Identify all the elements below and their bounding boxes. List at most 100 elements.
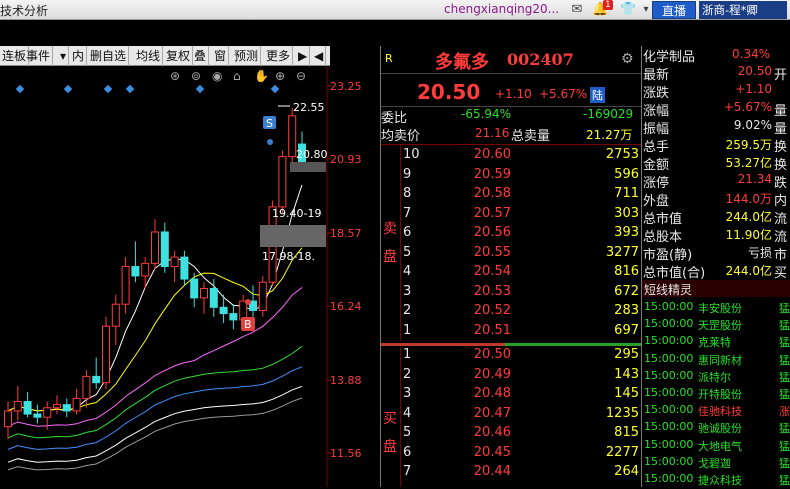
candle-body bbox=[53, 404, 61, 409]
order-row[interactable]: 7 20.57 303 bbox=[381, 206, 641, 224]
order-row[interactable]: 1 20.51 697 bbox=[381, 323, 641, 341]
order-row[interactable]: 5 20.55 3277 bbox=[381, 245, 641, 263]
stat-value: 11.90亿 bbox=[725, 228, 772, 242]
wizard-item[interactable]: 15:00:00 天罡股份 猛 bbox=[642, 317, 790, 334]
candle-body bbox=[160, 231, 169, 268]
toolbar-item-10[interactable]: 更多 bbox=[264, 46, 294, 66]
toolbar-item-9[interactable]: 预测 bbox=[232, 46, 262, 66]
shirt-icon[interactable]: 👕 bbox=[620, 2, 636, 17]
stat-tail: 买 bbox=[774, 266, 788, 281]
ma-line bbox=[7, 184, 303, 412]
toolbar-item-1[interactable]: 事件 bbox=[24, 46, 54, 66]
order-row[interactable]: 1 20.50 295 bbox=[381, 347, 641, 365]
event-time: 15:00:00 bbox=[644, 403, 694, 417]
toolbar-item-2[interactable]: ▾ bbox=[58, 46, 70, 66]
order-row[interactable]: 2 20.52 283 bbox=[381, 303, 641, 321]
order-row[interactable]: 4 20.47 1235 bbox=[381, 406, 641, 424]
wizard-header: 短线精灵 bbox=[642, 280, 790, 297]
price-box-label: 20.80 bbox=[296, 148, 328, 161]
kline-svg[interactable]: 23.25 20.93 18.57 16.24 13.88 11.56 ⊛ ⊚ ◉ ⌂ ✋ ⊕ ⊖ 22.… bbox=[0, 66, 378, 487]
candle-body bbox=[62, 404, 71, 412]
candle-body bbox=[229, 313, 238, 321]
order-level: 5 bbox=[403, 244, 412, 260]
wizard-item[interactable]: 15:00:00 克莱特 猛 bbox=[642, 334, 790, 351]
wizard-title: 短线精灵 bbox=[644, 283, 693, 297]
candle-body bbox=[102, 325, 110, 384]
mail-icon[interactable]: ✉ bbox=[569, 2, 585, 17]
order-row[interactable]: 3 20.48 145 bbox=[381, 386, 641, 404]
title-bar: 技术分析 chengxianqing20... ✉ 🔔 1 👕 ▾ 直播 浙商-… bbox=[0, 0, 790, 20]
toolbar-item-8[interactable]: 窗 bbox=[212, 46, 230, 66]
toolbar-item-7[interactable]: 叠 bbox=[192, 46, 210, 66]
wizard-item[interactable]: 15:00:00 派特尔 猛 bbox=[642, 369, 790, 386]
candle-body bbox=[258, 281, 267, 311]
event-stock: 克莱特 bbox=[698, 336, 731, 350]
event-stock: 惠同新材 bbox=[698, 353, 742, 367]
order-price: 20.59 bbox=[473, 166, 511, 182]
candle-body bbox=[4, 410, 12, 428]
event-tag: 猛 bbox=[779, 422, 790, 436]
order-row[interactable]: 8 20.58 711 bbox=[381, 186, 641, 204]
gear-icon[interactable]: ⚙ bbox=[621, 51, 634, 67]
order-row[interactable]: 4 20.54 816 bbox=[381, 264, 641, 282]
toolbar-item-3[interactable]: 内 bbox=[70, 46, 88, 66]
y-tick-label: 23.25 bbox=[330, 80, 362, 93]
event-stock: 驰诚股份 bbox=[698, 422, 742, 436]
order-row[interactable]: 2 20.49 143 bbox=[381, 367, 641, 385]
sector-name[interactable]: 化学制品 bbox=[643, 46, 695, 65]
wizard-item[interactable]: 15:00:00 戈碧迦 猛 bbox=[642, 455, 790, 472]
order-price: 20.51 bbox=[473, 322, 511, 338]
toolbar-item-6[interactable]: 复权 bbox=[164, 46, 194, 66]
candle-body bbox=[209, 287, 218, 308]
event-time: 15:00:00 bbox=[644, 351, 694, 365]
wizard-item[interactable]: 15:00:00 惠同新材 猛 bbox=[642, 352, 790, 369]
stat-tail: 量 bbox=[774, 104, 788, 119]
candle-body bbox=[170, 256, 179, 268]
event-tag: 猛 bbox=[779, 474, 790, 487]
order-level: 6 bbox=[403, 225, 412, 240]
order-row[interactable]: 3 20.53 672 bbox=[381, 284, 641, 302]
event-stock: 天罡股份 bbox=[698, 319, 742, 333]
y-tick-label: 16.24 bbox=[330, 300, 362, 313]
order-row[interactable]: 7 20.44 264 bbox=[381, 464, 641, 482]
username[interactable]: chengxianqing20... bbox=[444, 2, 559, 16]
toolbar-item-5[interactable]: 均线 bbox=[134, 46, 164, 66]
toolbar-item-4[interactable]: 删自选 bbox=[88, 46, 130, 66]
order-row[interactable]: 5 20.46 815 bbox=[381, 425, 641, 443]
wizard-item[interactable]: 15:00:00 丰安股份 猛 bbox=[642, 300, 790, 317]
order-level: 1 bbox=[403, 322, 412, 338]
event-time: 15:00:00 bbox=[644, 386, 694, 399]
kline-chart[interactable]: 23.25 20.93 18.57 16.24 13.88 11.56 ⊛ ⊚ ◉ ⌂ ✋ ⊕ ⊖ 22.… bbox=[0, 66, 378, 487]
stat-tail: 换 bbox=[774, 140, 788, 155]
order-volume: 596 bbox=[614, 166, 639, 182]
high-label: 22.55 bbox=[293, 101, 325, 114]
flag-label: R bbox=[385, 52, 393, 65]
order-row[interactable]: 10 20.60 2753 bbox=[381, 147, 641, 165]
event-tag: 猛 bbox=[779, 439, 790, 453]
order-volume: 2753 bbox=[605, 147, 639, 162]
wizard-item[interactable]: 15:00:00 捷众科技 猛 bbox=[642, 472, 790, 489]
toolbar-item-11[interactable]: ▶ bbox=[296, 46, 311, 66]
price-box bbox=[290, 162, 326, 172]
wizard-item[interactable]: 15:00:00 佳驰科技 涨 bbox=[642, 403, 790, 420]
order-level: 6 bbox=[403, 444, 412, 460]
order-price: 20.55 bbox=[473, 244, 511, 260]
event-marker-icon bbox=[195, 84, 205, 94]
account-selector[interactable]: 浙商-程*卿 bbox=[699, 1, 787, 19]
live-button[interactable]: 直播 bbox=[652, 1, 696, 19]
stat-tail: 内 bbox=[774, 194, 788, 209]
stat-value: 144.0万 bbox=[725, 192, 772, 206]
toolbar-item-12[interactable]: ◀ bbox=[312, 46, 327, 66]
order-volume: 143 bbox=[614, 366, 639, 382]
order-row[interactable]: 6 20.45 2277 bbox=[381, 445, 641, 463]
wizard-item[interactable]: 15:00:00 大地电气 猛 bbox=[642, 438, 790, 455]
wizard-item[interactable]: 15:00:00 开特股份 猛 bbox=[642, 386, 790, 403]
event-tag: 猛 bbox=[779, 302, 790, 315]
stat-tail: 流 bbox=[774, 212, 788, 227]
market-tag: 陆 bbox=[590, 87, 605, 103]
order-row[interactable]: 6 20.56 393 bbox=[381, 225, 641, 243]
range-label-2: 17.98-18. bbox=[262, 250, 315, 263]
wizard-item[interactable]: 15:00:00 驰诚股份 猛 bbox=[642, 420, 790, 437]
order-row[interactable]: 9 20.59 596 bbox=[381, 167, 641, 185]
order-price: 20.53 bbox=[473, 283, 511, 299]
